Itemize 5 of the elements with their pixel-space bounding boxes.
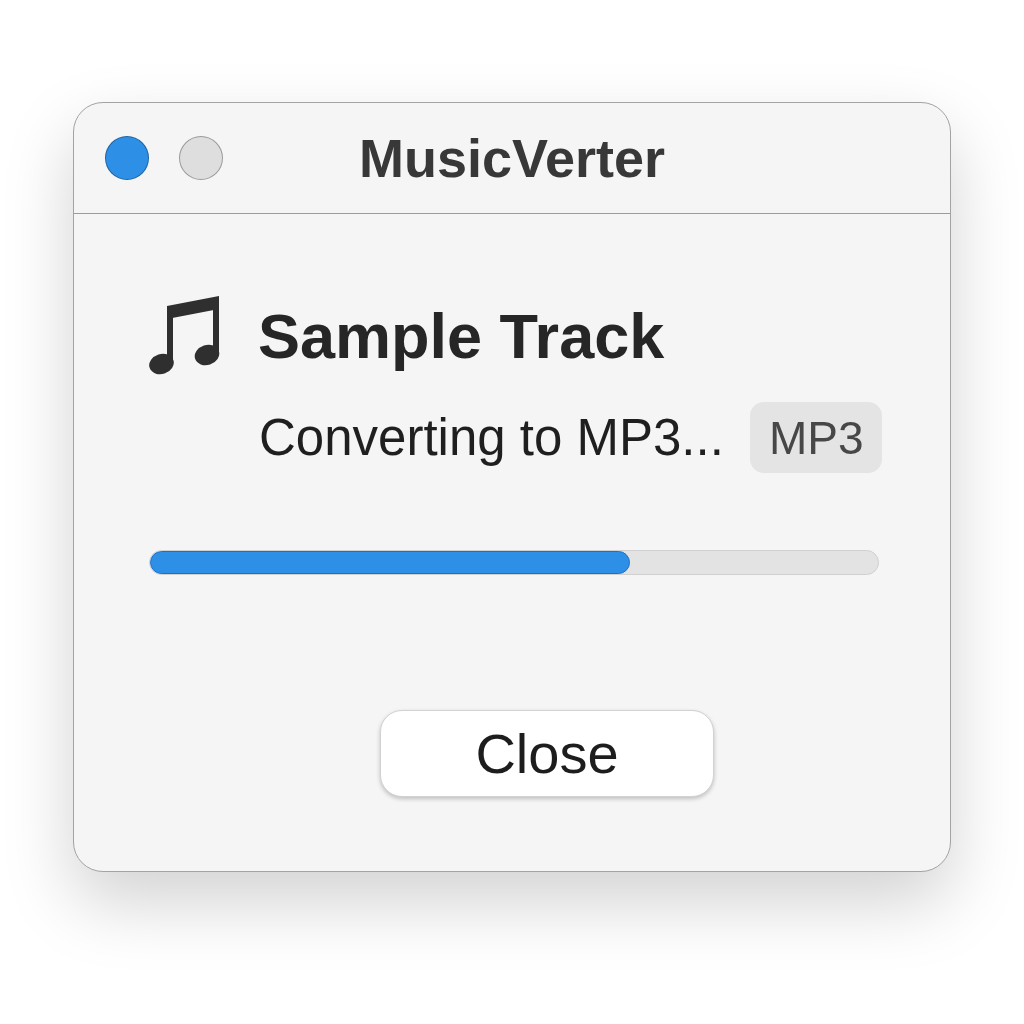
music-notes-icon bbox=[149, 296, 221, 376]
close-button[interactable]: Close bbox=[380, 710, 714, 797]
window-title: MusicVerter bbox=[358, 131, 666, 185]
format-badge: MP3 bbox=[749, 402, 883, 473]
window-control-icon[interactable] bbox=[105, 136, 149, 180]
